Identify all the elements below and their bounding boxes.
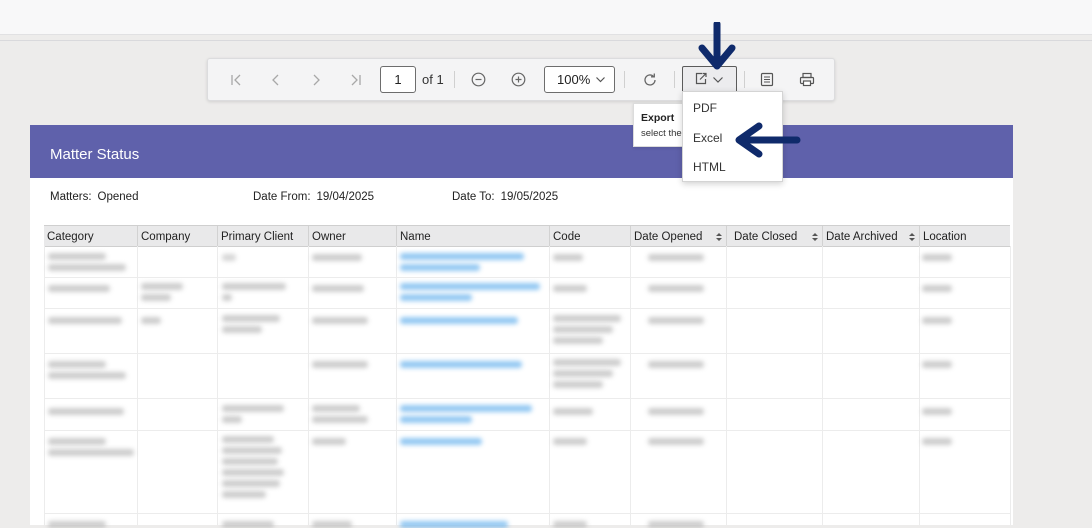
zoom-in-icon[interactable] (506, 59, 530, 100)
last-page-icon[interactable] (344, 59, 368, 100)
param-matters: Matters: Opened (50, 191, 138, 203)
export-tooltip-title: Export (641, 112, 675, 124)
row-divider (44, 430, 1010, 431)
annotation-arrow-left-icon (735, 122, 801, 158)
zoom-value: 100% (557, 72, 591, 87)
column-divider (308, 246, 309, 525)
page-number-input[interactable]: 1 (380, 66, 416, 93)
toolbar-separator (674, 71, 675, 88)
row-divider (44, 398, 1010, 399)
row-divider (44, 308, 1010, 309)
column-header-date-opened: Date Opened (634, 231, 703, 243)
export-menu-item-html[interactable]: HTML (693, 157, 773, 177)
report-title: Matter Status (50, 146, 140, 163)
print-icon[interactable] (795, 59, 819, 100)
annotation-arrow-down-icon (698, 22, 736, 70)
column-header-date-archived: Date Archived (826, 231, 898, 243)
param-date-from-value: 19/04/2025 (316, 191, 375, 203)
zoom-out-icon[interactable] (466, 59, 490, 100)
param-date-to-label: Date To: (452, 191, 495, 203)
export-menu-item-pdf[interactable]: PDF (693, 98, 773, 118)
column-divider (919, 246, 920, 525)
column-header-primary-client[interactable]: Primary Client (217, 226, 308, 246)
column-divider (137, 246, 138, 525)
app-top-bar (0, 0, 1092, 35)
sort-icon[interactable] (908, 230, 916, 248)
toolbar-separator (624, 71, 625, 88)
column-header-name[interactable]: Name (396, 226, 549, 246)
column-divider (396, 246, 397, 525)
column-divider (822, 246, 823, 525)
column-divider (630, 246, 631, 525)
page-total-label: of 1 (422, 72, 444, 87)
chevron-down-icon (595, 73, 606, 88)
param-date-to: Date To: 19/05/2025 (452, 191, 558, 203)
param-date-from: Date From: 19/04/2025 (253, 191, 374, 203)
sort-icon[interactable] (715, 230, 723, 248)
toolbar-separator (744, 71, 745, 88)
top-divider (0, 40, 1092, 41)
param-date-to-value: 19/05/2025 (500, 191, 559, 203)
column-header-category[interactable]: Category (44, 226, 137, 246)
export-button[interactable] (682, 66, 737, 93)
sort-icon[interactable] (811, 230, 819, 248)
prev-page-icon[interactable] (264, 59, 288, 100)
column-header-owner[interactable]: Owner (308, 226, 396, 246)
refresh-icon[interactable] (638, 59, 662, 100)
column-divider (44, 246, 45, 525)
next-page-icon[interactable] (304, 59, 328, 100)
first-page-icon[interactable] (224, 59, 248, 100)
column-header-date-archived-cell[interactable]: Date Archived (822, 226, 920, 246)
param-date-from-label: Date From: (253, 191, 311, 203)
row-divider (44, 353, 1010, 354)
column-divider (726, 246, 727, 525)
table-header: Category Company Primary Client Owner Na… (44, 225, 1010, 247)
chevron-down-icon (712, 73, 724, 91)
column-header-code[interactable]: Code (549, 226, 630, 246)
zoom-select[interactable]: 100% (544, 66, 615, 93)
export-icon (693, 71, 709, 92)
column-header-date-opened-cell[interactable]: Date Opened (630, 226, 727, 246)
column-divider (1010, 246, 1011, 525)
column-header-company[interactable]: Company (137, 226, 217, 246)
param-matters-value: Opened (97, 191, 139, 203)
column-divider (549, 246, 550, 525)
column-divider (217, 246, 218, 525)
report-page: Matter Status Matters: Opened Date From: 1… (30, 125, 1013, 528)
column-header-date-closed: Date Closed (734, 231, 798, 243)
column-header-location[interactable]: Location (919, 226, 1010, 246)
column-header-date-closed-cell[interactable]: Date Closed (726, 226, 823, 246)
toolbar-separator (454, 71, 455, 88)
row-divider (44, 277, 1010, 278)
param-matters-label: Matters: (50, 191, 92, 203)
report-header: Matter Status (30, 125, 1013, 178)
row-divider (44, 513, 1010, 514)
